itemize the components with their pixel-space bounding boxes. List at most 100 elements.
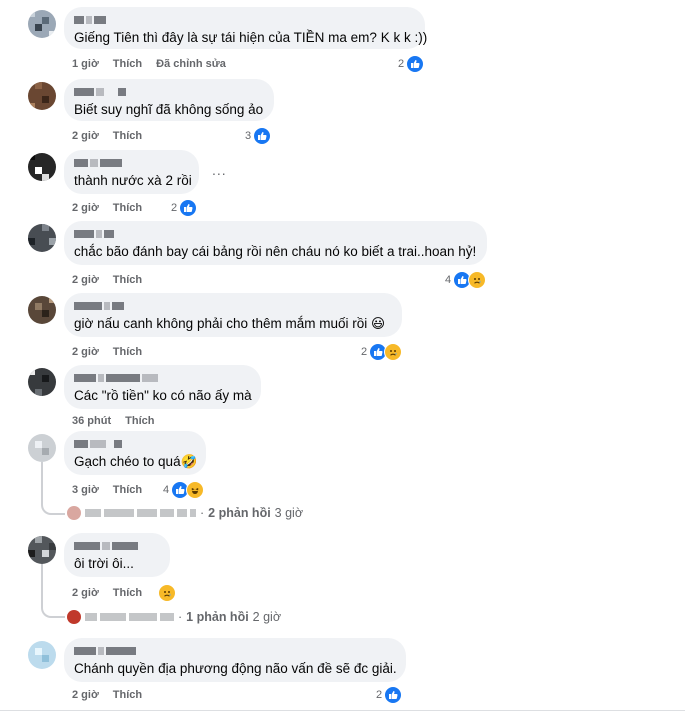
replies-time: 3 giờ (274, 506, 304, 520)
comment-bubble: Giếng Tiên thì đây là sự tái hiện của TI… (64, 7, 428, 49)
avatar[interactable] (28, 10, 56, 38)
comment-bubble: Các "rồ tiền" ko có não ấy mà (64, 365, 261, 409)
comment-bubble: chắc bão đánh bay cái bảng rồi nên cháu … (64, 221, 487, 265)
commenter-name-blurred[interactable] (74, 301, 390, 311)
comment-bubble: Chánh quyền địa phương động não vấn đề s… (64, 638, 406, 682)
comment-meta: 2 giờ Thích (72, 587, 142, 599)
like-action[interactable]: Thích (125, 415, 154, 427)
reaction-summary[interactable]: 4 (445, 271, 487, 289)
avatar[interactable] (28, 536, 56, 564)
commenter-name-blurred[interactable] (74, 541, 158, 551)
comment-time[interactable]: 2 giờ (72, 689, 99, 701)
reaction-count: 2 (398, 58, 405, 70)
divider (0, 710, 685, 711)
avatar[interactable] (28, 296, 56, 324)
comment-bubble: thành nước xà 2 rồi (64, 150, 199, 194)
commenter-name-blurred[interactable] (74, 87, 262, 97)
like-reaction-icon (406, 55, 425, 73)
like-action[interactable]: Thích (113, 58, 142, 70)
comment-time[interactable]: 2 giờ (72, 130, 99, 142)
avatar[interactable] (28, 153, 56, 181)
reaction-count: 4 (445, 274, 452, 286)
comment-text: Gạch chéo to quá🤣 (74, 454, 198, 469)
comment-bubble: ôi trời ôi... (64, 533, 170, 577)
comment-bubble: Biết suy nghĩ đã không sống ảo (64, 79, 274, 121)
comment-time[interactable]: 2 giờ (72, 202, 99, 214)
reaction-summary[interactable]: 2 (361, 343, 403, 361)
comment-text: giờ nấu canh không phải cho thêm mắm muố… (74, 316, 386, 331)
avatar[interactable] (28, 368, 56, 396)
commenter-name-blurred[interactable] (74, 15, 413, 25)
comment-time[interactable]: 3 giờ (72, 484, 99, 496)
comment-text: chắc bão đánh bay cái bảng rồi nên cháu … (74, 244, 477, 259)
avatar[interactable] (28, 82, 56, 110)
avatar[interactable] (28, 224, 56, 252)
comment-meta: 36 phút Thích (72, 415, 154, 427)
like-action[interactable]: Thích (113, 274, 142, 286)
view-replies-link[interactable]: · 2 phản hồi 3 giờ (67, 506, 303, 520)
haha-reaction-icon (186, 481, 205, 499)
like-action[interactable]: Thích (113, 587, 142, 599)
comment-text: Giếng Tiên thì đây là sự tái hiện của TI… (74, 30, 428, 45)
like-action[interactable]: Thích (113, 689, 142, 701)
comment-meta: 2 giờ Thích (72, 274, 142, 286)
reaction-summary[interactable]: 2 (398, 55, 425, 73)
comment-time[interactable]: 2 giờ (72, 346, 99, 358)
comment-text: thành nước xà 2 rồi (74, 173, 192, 188)
comment-meta: 1 giờ Thích Đã chỉnh sửa (72, 58, 226, 70)
comment-meta: 2 giờ Thích (72, 202, 142, 214)
replier-names-blurred (85, 509, 196, 517)
comment-time[interactable]: 1 giờ (72, 58, 99, 70)
avatar[interactable] (28, 434, 56, 462)
sad-reaction-icon (384, 343, 403, 361)
like-reaction-icon (253, 127, 272, 145)
comment-text: Biết suy nghĩ đã không sống ảo (74, 102, 264, 117)
comment-time[interactable]: 2 giờ (72, 587, 99, 599)
reaction-count: 2 (376, 689, 383, 701)
comment-bubble: Gạch chéo to quá🤣 (64, 431, 206, 475)
replies-time: 2 giờ (252, 610, 282, 624)
reaction-count: 2 (171, 202, 178, 214)
commenter-name-blurred[interactable] (74, 439, 194, 449)
like-reaction-icon (179, 199, 198, 217)
replier-names-blurred (85, 613, 174, 621)
comment-meta: 2 giờ Thích (72, 346, 142, 358)
sad-reaction-icon (468, 271, 487, 289)
comment-bubble: giờ nấu canh không phải cho thêm mắm muố… (64, 293, 402, 337)
more-options-icon[interactable]: ... (212, 162, 227, 178)
replies-count[interactable]: 1 phản hồi (186, 610, 249, 624)
view-replies-link[interactable]: · 1 phản hồi 2 giờ (67, 610, 281, 624)
like-reaction-icon (384, 686, 403, 704)
comment-meta: 3 giờ Thích (72, 484, 142, 496)
reaction-summary[interactable]: 3 (245, 127, 272, 145)
reaction-count: 3 (245, 130, 252, 142)
reply-avatar (67, 610, 81, 624)
edited-label: Đã chỉnh sửa (156, 58, 226, 70)
commenter-name-blurred[interactable] (74, 373, 249, 383)
like-action[interactable]: Thích (113, 346, 142, 358)
thread-connector (41, 564, 65, 618)
like-action[interactable]: Thích (113, 130, 142, 142)
comment-meta: 2 giờ Thích (72, 689, 142, 701)
comment-text: Chánh quyền địa phương động não vấn đề s… (74, 661, 397, 676)
reaction-summary[interactable]: 2 (171, 199, 198, 217)
reply-avatar (67, 506, 81, 520)
reaction-summary[interactable]: 2 (376, 686, 403, 704)
comment-time[interactable]: 36 phút (72, 415, 111, 427)
thread-connector (41, 462, 65, 515)
like-action[interactable]: Thích (113, 202, 142, 214)
comment-time[interactable]: 2 giờ (72, 274, 99, 286)
commenter-name-blurred[interactable] (74, 158, 187, 168)
reaction-count: 4 (163, 484, 170, 496)
reaction-summary[interactable] (158, 584, 176, 602)
avatar[interactable] (28, 641, 56, 669)
commenter-name-blurred[interactable] (74, 646, 394, 656)
replies-count[interactable]: 2 phản hồi (208, 506, 271, 520)
like-action[interactable]: Thích (113, 484, 142, 496)
reaction-summary[interactable]: 4 (163, 481, 205, 499)
reaction-count: 2 (361, 346, 368, 358)
comment-meta: 2 giờ Thích (72, 130, 142, 142)
comment-text: ôi trời ôi... (74, 556, 134, 571)
comment-text: Các "rồ tiền" ko có não ấy mà (74, 388, 252, 403)
commenter-name-blurred[interactable] (74, 229, 475, 239)
